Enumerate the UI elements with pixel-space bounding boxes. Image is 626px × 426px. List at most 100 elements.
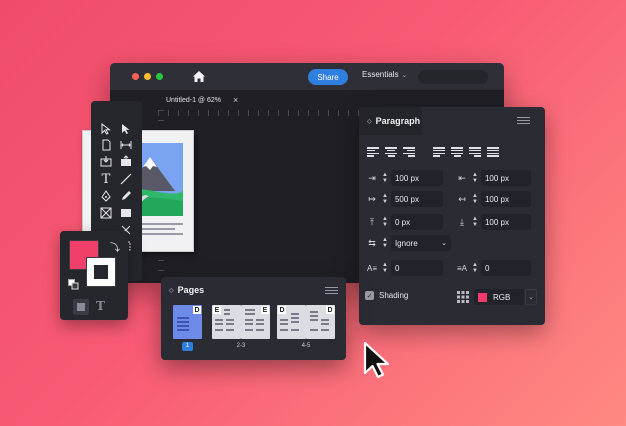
rectangle-tool-icon[interactable] [119, 206, 133, 220]
master-letter: D [278, 306, 286, 314]
first-line-indent-icon: ↦ [368, 193, 376, 204]
last-line-indent-icon: ↤ [458, 193, 466, 204]
home-icon[interactable] [192, 70, 206, 83]
direct-select-tool-icon[interactable] [119, 122, 133, 136]
share-label: Share [317, 72, 339, 82]
workspace-dropdown[interactable]: Essentials ⌄ [362, 70, 407, 79]
search-input[interactable] [418, 70, 488, 84]
paragraph-panel-title: Paragraph [375, 116, 421, 126]
page-thumbnail-5[interactable]: D [306, 305, 335, 339]
color-dropdown-button[interactable]: ⌄ [525, 289, 537, 305]
gap-tool-icon[interactable] [119, 138, 133, 152]
maximize-window-button[interactable] [156, 73, 163, 80]
alignment-buttons [367, 147, 499, 157]
horizontal-ruler [158, 110, 368, 116]
pages-panel-header: ◇ Pages [161, 277, 346, 303]
collapse-icon[interactable]: ◇ [367, 118, 372, 125]
hyphenation-dropdown[interactable]: Ignore ⌄ [390, 235, 451, 251]
last-line-indent-stepper[interactable]: ▲ ▼ [472, 193, 478, 205]
pages-panel: ◇ Pages D 1 E E 2-3 D D 4-5 [161, 277, 346, 360]
close-window-button[interactable] [132, 73, 139, 80]
shading-color-swatch [478, 292, 487, 302]
paragraph-panel: ◇ Paragraph ⇥ ▲ ▼ 100 px ⇤ ▲ ▼ 100 px ↦ ▲ ▼… [359, 107, 545, 325]
formatting-text-icon[interactable]: T [96, 299, 105, 313]
align-right-icon[interactable] [403, 147, 415, 157]
pencil-tool-icon[interactable] [119, 189, 133, 203]
first-line-indent-stepper[interactable]: ▲ ▼ [382, 193, 388, 205]
drop-cap-chars-field[interactable]: 0 [480, 260, 531, 276]
page-tool-icon[interactable] [99, 138, 113, 152]
content-placer-icon[interactable] [119, 154, 133, 168]
drop-cap-chars-icon: ≡A [456, 263, 467, 273]
content-collector-icon[interactable] [99, 154, 113, 168]
space-before-value: 0 px [394, 217, 411, 227]
align-left-icon[interactable] [367, 147, 379, 157]
drop-cap-lines-stepper[interactable]: ▲ ▼ [382, 262, 388, 274]
page-thumbnail-1[interactable]: D [173, 305, 202, 339]
hyphenation-icon: ⇆ [368, 237, 376, 248]
last-line-indent-field[interactable]: 100 px [480, 191, 531, 207]
share-button[interactable]: Share [308, 69, 348, 85]
swap-colors-icon[interactable]: ⤵ [110, 239, 120, 254]
right-indent-icon: ⇤ [458, 172, 466, 183]
rectangle-frame-tool-icon[interactable] [99, 206, 113, 220]
default-colors-icon[interactable] [68, 277, 79, 290]
space-after-stepper[interactable]: ▲ ▼ [472, 216, 478, 228]
fill-stroke-panel: ⤵ T [60, 231, 128, 320]
stroke-swatch[interactable] [86, 257, 116, 287]
page-thumbnail-2[interactable]: E [212, 305, 241, 339]
paragraph-panel-tab[interactable]: ◇ Paragraph [359, 107, 422, 135]
justify-center-icon[interactable] [451, 147, 463, 157]
drop-cap-chars-stepper[interactable]: ▲ ▼ [472, 262, 478, 274]
shading-checkbox[interactable]: ✓ [365, 291, 374, 300]
first-line-indent-value: 500 px [394, 194, 419, 204]
chevron-down-icon: ⌄ [441, 240, 447, 247]
master-letter: D [326, 306, 334, 314]
drop-cap-chars-value: 0 [484, 263, 490, 273]
page-thumbnail-4[interactable]: D [277, 305, 306, 339]
hyphenation-value: Ignore [394, 238, 418, 248]
master-letter: E [213, 306, 221, 314]
page-label-1: 1 [182, 342, 193, 351]
space-before-field[interactable]: 0 px [390, 214, 443, 230]
formatting-container-button[interactable] [73, 299, 89, 315]
grid-swatches-icon[interactable] [457, 290, 469, 303]
line-tool-icon[interactable] [119, 172, 133, 186]
shading-color-field[interactable]: RGB [474, 289, 524, 305]
justify-left-icon[interactable] [433, 147, 445, 157]
drop-cap-lines-icon: A≡ [366, 263, 377, 273]
workspace-label: Essentials [362, 70, 399, 79]
drop-cap-lines-field[interactable]: 0 [390, 260, 443, 276]
master-letter: D [193, 306, 201, 314]
panel-menu-icon[interactable] [325, 286, 338, 294]
right-indent-stepper[interactable]: ▲ ▼ [472, 172, 478, 184]
space-before-icon: ⤒ [370, 216, 374, 227]
type-tool-icon[interactable]: T [99, 172, 113, 187]
document-tab[interactable]: Untitled-1 @ 62% × [158, 90, 246, 110]
right-indent-field[interactable]: 100 px [480, 170, 531, 186]
page-label-4-5: 4-5 [301, 343, 311, 349]
first-line-indent-field[interactable]: 500 px [390, 191, 443, 207]
last-line-indent-value: 100 px [484, 194, 509, 204]
space-after-field[interactable]: 100 px [480, 214, 531, 230]
panel-menu-icon[interactable] [517, 117, 530, 124]
left-indent-stepper[interactable]: ▲ ▼ [382, 172, 388, 184]
cursor-arrow-icon [363, 341, 393, 384]
titlebar: Share Essentials ⌄ [110, 63, 504, 90]
justify-right-icon[interactable] [469, 147, 481, 157]
select-tool-icon[interactable] [99, 122, 113, 136]
hyphenation-stepper[interactable]: ▲ ▼ [382, 237, 388, 249]
align-center-icon[interactable] [385, 147, 397, 157]
pen-tool-icon[interactable] [99, 189, 113, 203]
collapse-icon[interactable]: ◇ [169, 287, 174, 294]
minimize-window-button[interactable] [144, 73, 151, 80]
left-indent-field[interactable]: 100 px [390, 170, 443, 186]
space-before-stepper[interactable]: ▲ ▼ [382, 216, 388, 228]
master-letter: E [261, 306, 269, 314]
color-mode-value: RGB [493, 292, 511, 302]
page-thumbnail-3[interactable]: E [241, 305, 270, 339]
close-tab-icon[interactable]: × [233, 95, 238, 105]
drop-cap-lines-value: 0 [394, 263, 400, 273]
justify-all-icon[interactable] [487, 147, 499, 157]
document-tab-title: Untitled-1 @ 62% [166, 96, 221, 104]
